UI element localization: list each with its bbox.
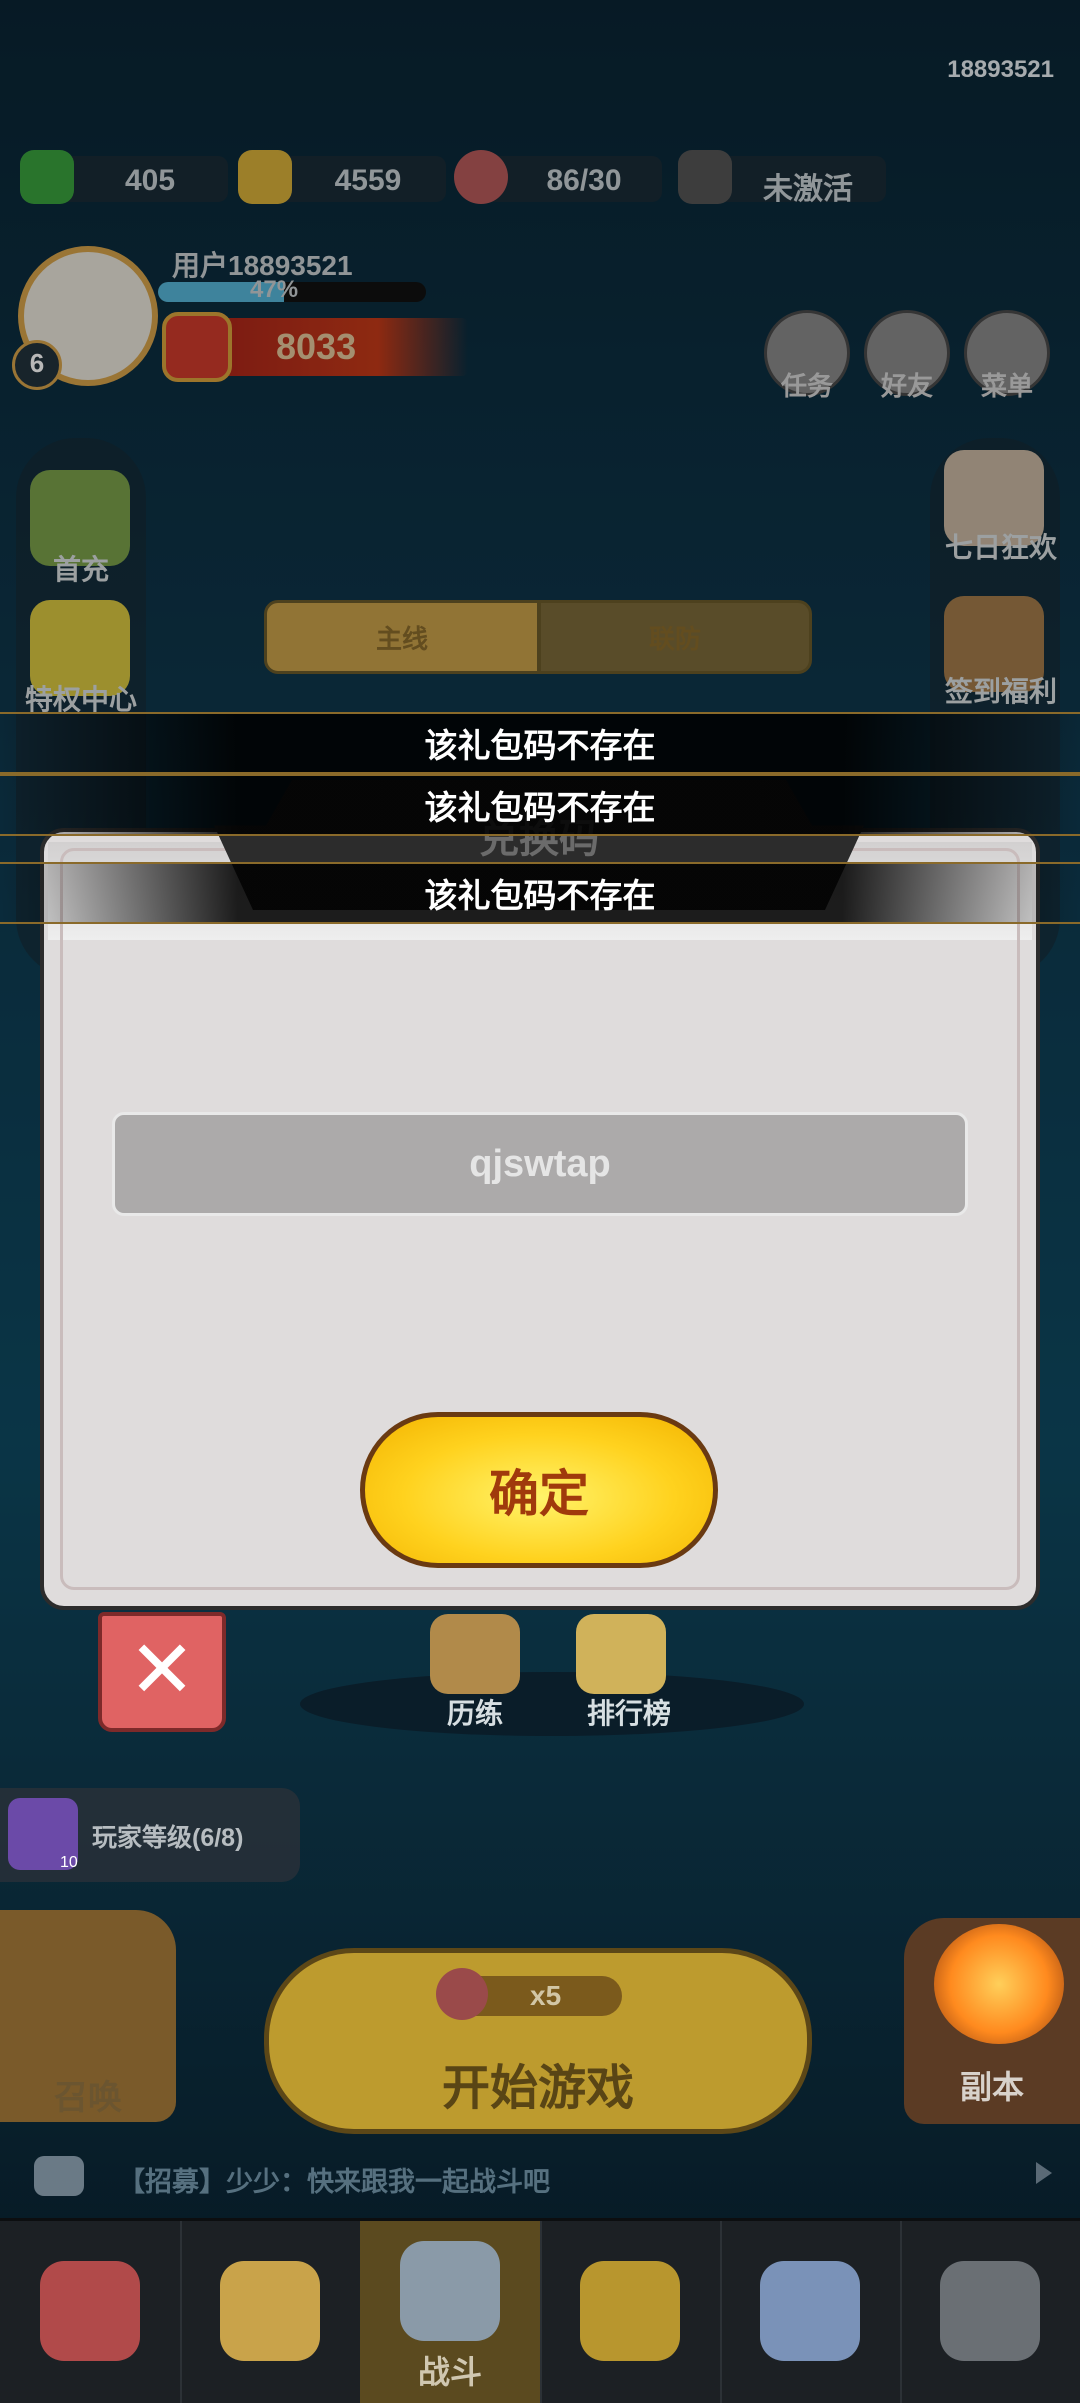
castle-icon xyxy=(760,2261,860,2361)
close-button[interactable]: ✕ xyxy=(98,1612,226,1732)
meat-icon xyxy=(436,1968,488,2020)
nav-battle[interactable]: 战斗 xyxy=(360,2221,542,2403)
task-count: 10 xyxy=(60,1854,78,1871)
toast-message: 该礼包码不存在 xyxy=(0,862,1080,924)
chat-bubble-icon xyxy=(34,2156,84,2196)
portal-icon xyxy=(934,1924,1064,2044)
nav-castle[interactable] xyxy=(720,2221,902,2403)
bottom-nav: 战斗 xyxy=(0,2218,1080,2403)
nav-shop[interactable] xyxy=(0,2221,182,2403)
nav-guild[interactable] xyxy=(900,2221,1080,2403)
summon-label: 召唤 xyxy=(54,2079,122,2117)
nav-equipment[interactable] xyxy=(540,2221,722,2403)
ranking-icon[interactable] xyxy=(576,1614,666,1694)
chevron-right-icon[interactable] xyxy=(1036,2162,1052,2184)
dungeon-label: 副本 xyxy=(959,2069,1024,2105)
start-cost-value: x5 xyxy=(530,1980,562,2011)
ranking-label: 排行榜 xyxy=(586,1698,671,1729)
activity-platform xyxy=(300,1672,804,1736)
training-icon[interactable] xyxy=(430,1614,520,1694)
nav-hero[interactable] xyxy=(180,2221,362,2403)
shop-icon xyxy=(40,2261,140,2361)
guild-shield-icon xyxy=(940,2261,1040,2361)
start-game-label: 开始游戏 xyxy=(441,2062,634,2115)
player-level-task[interactable]: 10 玩家等级(6/8) xyxy=(0,1788,300,1882)
equipment-helmet-icon xyxy=(580,2261,680,2361)
training-label: 历练 xyxy=(446,1698,503,1729)
battle-sword-icon xyxy=(400,2241,500,2341)
close-icon: ✕ xyxy=(128,1625,196,1714)
hero-icon xyxy=(220,2261,320,2361)
toast-message: 该礼包码不存在 xyxy=(0,712,1080,774)
confirm-button[interactable]: 确定 xyxy=(360,1412,718,1568)
redeem-code-input[interactable]: qjswtap xyxy=(112,1112,968,1216)
chat-bar[interactable]: 【招募】少少：快来跟我一起战斗吧 xyxy=(0,2150,1080,2206)
start-cost: x5 xyxy=(436,1968,622,2020)
toast-message: 该礼包码不存在 xyxy=(0,774,1080,836)
chat-message: 【招募】少少：快来跟我一起战斗吧 xyxy=(118,2167,550,2197)
player-level-task-label: 玩家等级(6/8) xyxy=(92,1824,244,1852)
nav-battle-label: 战斗 xyxy=(417,2354,482,2390)
